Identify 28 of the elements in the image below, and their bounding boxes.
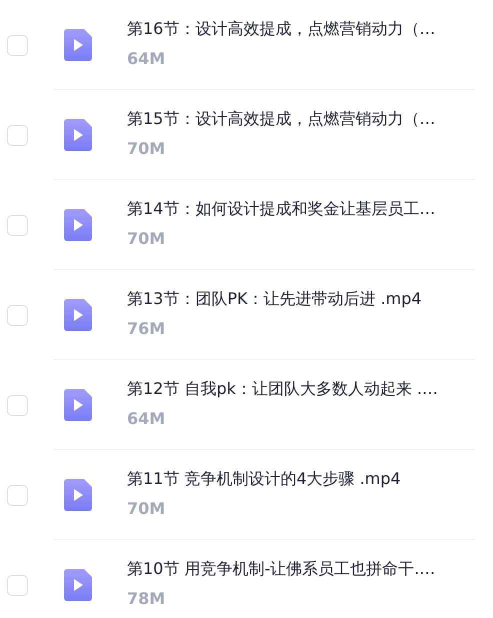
video-file-icon [64,299,92,331]
video-file-icon [64,389,92,421]
video-file-icon [64,569,92,601]
file-name[interactable]: 第10节 用竞争机制-让佛系员工也拼命干.… [127,558,436,580]
video-file-icon [64,119,92,151]
file-size: 76M [127,318,166,338]
file-size: 64M [127,408,166,428]
file-name[interactable]: 第12节 自我pk：让团队大多数人动起来 .… [127,378,438,400]
file-size: 78M [127,588,166,608]
file-name[interactable]: 第11节 竞争机制设计的4大步骤 .mp4 [127,468,401,490]
checkbox[interactable] [7,394,28,416]
file-name[interactable]: 第14节：如何设计提成和奖金让基层员工… [127,198,436,220]
file-name[interactable]: 第13节：团队PK：让先进带动后进 .mp4 [127,288,422,310]
video-file-icon [64,209,92,241]
file-size: 64M [127,48,166,68]
checkbox[interactable] [7,304,28,326]
file-size: 70M [127,138,166,158]
checkbox[interactable] [7,214,28,236]
file-name[interactable]: 第15节：设计高效提成，点燃营销动力（… [127,108,436,130]
file-size: 70M [127,498,166,518]
video-file-icon [64,479,92,511]
checkbox[interactable] [7,124,28,146]
checkbox[interactable] [7,574,28,596]
video-file-icon [64,29,92,61]
file-name[interactable]: 第16节：设计高效提成，点燃营销动力（… [127,18,436,40]
checkbox[interactable] [7,484,28,506]
file-size: 70M [127,228,166,248]
checkbox[interactable] [7,34,28,56]
